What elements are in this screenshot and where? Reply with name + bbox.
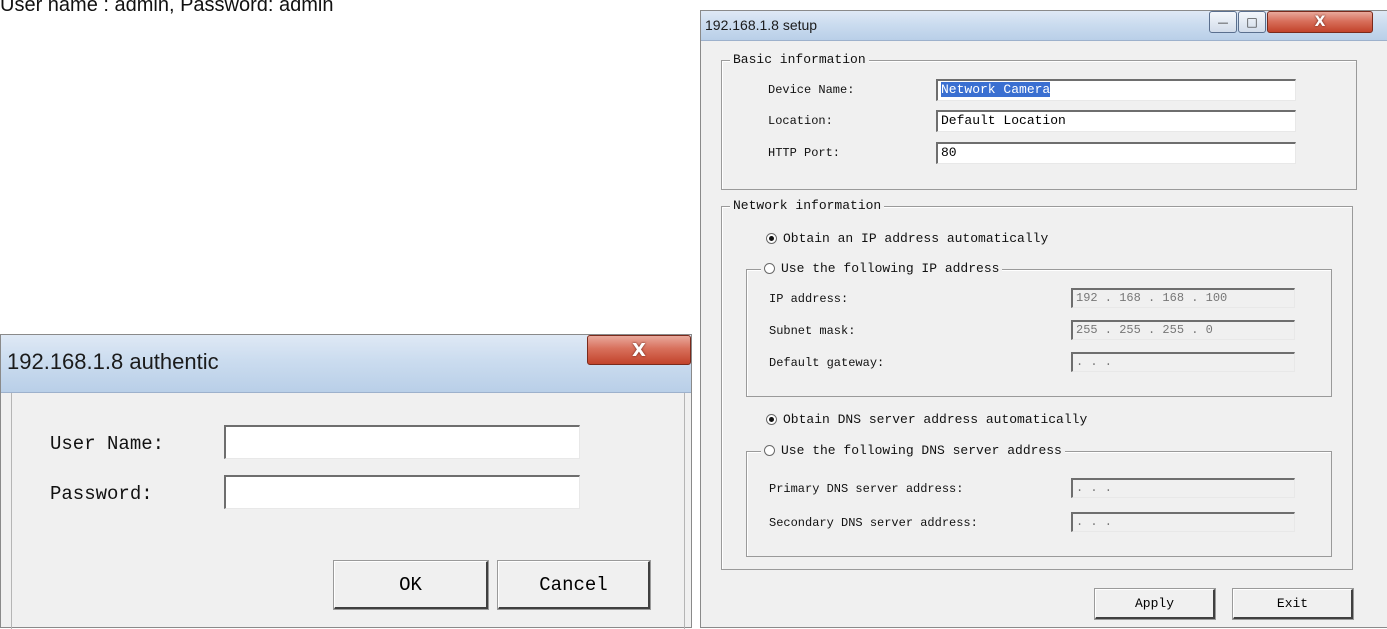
radio-selected-icon xyxy=(766,233,777,245)
location-label: Location: xyxy=(768,114,833,128)
static-dns-group: Use the following DNS server address Pri… xyxy=(746,443,1332,557)
basic-info-legend: Basic information xyxy=(730,52,869,67)
radio-unselected-icon xyxy=(764,263,775,275)
minimize-icon: — xyxy=(1217,15,1229,29)
minimize-button[interactable]: — xyxy=(1209,11,1237,33)
default-gateway-label: Default gateway: xyxy=(769,356,885,370)
use-dns-label: Use the following DNS server address xyxy=(781,443,1062,458)
network-info-legend: Network information xyxy=(730,198,885,213)
device-name-value: Network Camera xyxy=(941,82,1051,97)
ip-address-label: IP address: xyxy=(769,292,849,306)
setup-titlebar[interactable]: 192.168.1.8 setup — □ X xyxy=(701,11,1387,41)
http-port-input[interactable]: 80 xyxy=(936,142,1296,164)
obtain-ip-label: Obtain an IP address automatically xyxy=(783,231,1049,246)
ok-button[interactable]: OK xyxy=(333,560,489,610)
default-gateway-input[interactable]: . . . xyxy=(1071,352,1295,372)
use-ip-label: Use the following IP address xyxy=(781,261,1000,276)
close-icon: X xyxy=(1314,14,1326,30)
subnet-mask-input[interactable]: 255 . 255 . 255 . 0 xyxy=(1071,320,1295,340)
cancel-button[interactable]: Cancel xyxy=(497,560,651,610)
radio-unselected-icon xyxy=(764,445,775,457)
http-port-label: HTTP Port: xyxy=(768,146,841,160)
caption-text: User name : admin, Password: admin xyxy=(0,0,334,16)
ip-address-input[interactable]: 192 . 168 . 168 . 100 xyxy=(1071,288,1295,308)
secondary-dns-label: Secondary DNS server address: xyxy=(769,516,978,530)
obtain-dns-radio[interactable]: Obtain DNS server address automatically xyxy=(766,412,1087,427)
password-label: Password: xyxy=(50,483,153,505)
obtain-dns-label: Obtain DNS server address automatically xyxy=(783,412,1088,427)
use-dns-radio[interactable]: Use the following DNS server address xyxy=(761,443,1065,458)
maximize-button[interactable]: □ xyxy=(1238,11,1266,33)
secondary-dns-input[interactable]: . . . xyxy=(1071,512,1295,532)
primary-dns-label: Primary DNS server address: xyxy=(769,482,964,496)
username-input[interactable] xyxy=(224,425,580,459)
basic-info-group: Basic information Device Name: Network C… xyxy=(721,52,1357,190)
use-ip-radio[interactable]: Use the following IP address xyxy=(761,261,1003,276)
primary-dns-input[interactable]: . . . xyxy=(1071,478,1295,498)
auth-dialog: 192.168.1.8 authentic X User Name: Passw… xyxy=(0,334,692,629)
auth-title: 192.168.1.8 authentic xyxy=(7,349,219,374)
exit-button[interactable]: Exit xyxy=(1232,588,1354,620)
close-icon: X xyxy=(632,339,646,361)
apply-button[interactable]: Apply xyxy=(1094,588,1216,620)
setup-title: 192.168.1.8 setup xyxy=(705,17,818,33)
static-ip-group: Use the following IP address IP address:… xyxy=(746,261,1332,397)
setup-close-button[interactable]: X xyxy=(1267,11,1373,33)
auth-close-button[interactable]: X xyxy=(587,335,691,365)
setup-dialog: 192.168.1.8 setup — □ X Basic informatio… xyxy=(700,10,1387,628)
network-info-group: Network information Obtain an IP address… xyxy=(721,198,1353,570)
obtain-ip-radio[interactable]: Obtain an IP address automatically xyxy=(766,231,1048,246)
radio-selected-icon xyxy=(766,414,777,426)
maximize-icon: □ xyxy=(1246,15,1258,29)
auth-body: User Name: Password: OK Cancel xyxy=(11,393,685,629)
device-name-input[interactable]: Network Camera xyxy=(936,79,1296,101)
device-name-label: Device Name: xyxy=(768,83,855,97)
location-input[interactable]: Default Location xyxy=(936,110,1296,132)
auth-titlebar[interactable]: 192.168.1.8 authentic X xyxy=(1,335,691,393)
password-input[interactable] xyxy=(224,475,580,509)
subnet-mask-label: Subnet mask: xyxy=(769,324,856,338)
username-label: User Name: xyxy=(50,433,165,455)
